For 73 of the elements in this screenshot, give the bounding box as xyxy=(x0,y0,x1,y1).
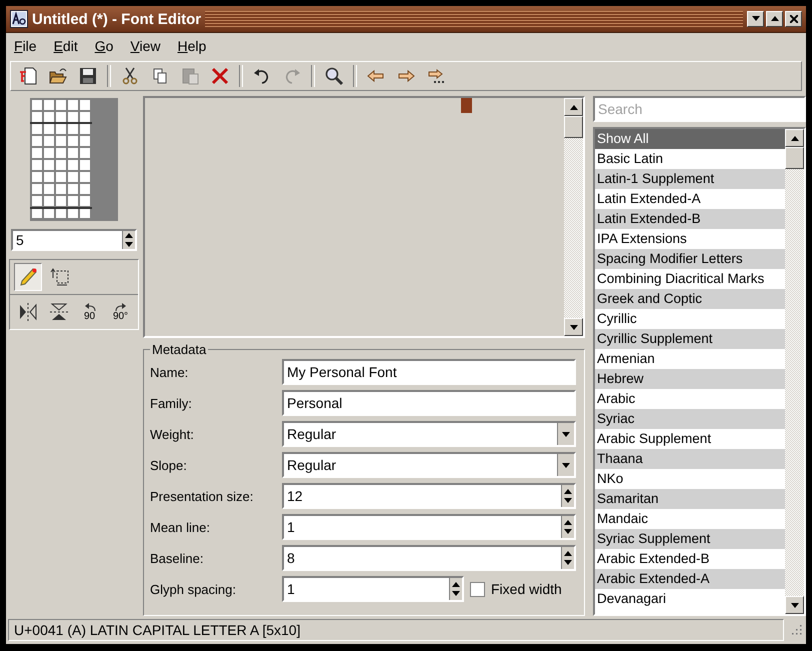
list-item[interactable]: Greek and Coptic xyxy=(595,289,785,309)
list-item[interactable]: Cyrillic Supplement xyxy=(595,329,785,349)
caret-down-icon[interactable] xyxy=(790,602,798,608)
scissors-icon xyxy=(120,66,140,86)
glyph-pixel xyxy=(461,98,472,113)
scrollbar-thumb[interactable] xyxy=(564,116,583,138)
text-field[interactable]: My Personal Font xyxy=(282,359,576,385)
rotate-right-button[interactable]: 90° xyxy=(106,298,134,326)
font-app-icon xyxy=(10,10,28,28)
status-bar: U+0041 (A) LATIN CAPITAL LETTER A [5x10] xyxy=(8,619,784,641)
caret-down-icon[interactable] xyxy=(570,324,578,330)
rotate-right-icon xyxy=(112,302,128,312)
selection-icon xyxy=(49,266,71,288)
list-item[interactable]: Syriac xyxy=(595,409,785,429)
group-title: Metadata xyxy=(151,342,208,357)
list-item[interactable]: Latin-1 Supplement xyxy=(595,169,785,189)
list-item[interactable]: Samaritan xyxy=(595,489,785,509)
spin-arrows-icon[interactable] xyxy=(561,547,574,569)
scrollbar[interactable] xyxy=(564,98,583,336)
spin-field[interactable]: 1 xyxy=(282,576,464,602)
fixed-width-checkbox[interactable]: Fixed width xyxy=(470,581,562,597)
list-item[interactable]: Latin Extended-B xyxy=(595,209,785,229)
menu-item[interactable]: File xyxy=(14,38,37,54)
maximize-button[interactable] xyxy=(766,11,783,27)
field-label: Weight: xyxy=(150,426,195,442)
menu-item[interactable]: Help xyxy=(178,38,206,54)
pencil-tool-button[interactable] xyxy=(14,263,42,291)
caret-up-icon xyxy=(770,16,778,22)
menu-item[interactable]: View xyxy=(130,38,161,54)
new-file-icon xyxy=(18,66,38,86)
close-icon xyxy=(790,15,798,23)
delete-icon xyxy=(210,66,230,86)
field-label: Glyph spacing: xyxy=(150,582,237,596)
spin-field[interactable]: 8 xyxy=(282,545,576,571)
caret-down-icon xyxy=(752,16,760,22)
list-item[interactable]: Thaana xyxy=(595,449,785,469)
dropdown[interactable]: Regular xyxy=(282,421,576,447)
glyph-preview-grid[interactable] xyxy=(30,98,118,221)
spin-field[interactable]: 1 xyxy=(282,514,576,540)
flip-vertical-icon xyxy=(48,301,70,323)
caret-up-icon[interactable] xyxy=(790,136,798,140)
dropdown[interactable]: Regular xyxy=(282,452,576,478)
field-label: Mean line: xyxy=(150,520,211,534)
text-field[interactable]: Personal xyxy=(282,390,576,416)
list-item[interactable]: Arabic Extended-A xyxy=(595,569,785,589)
minimize-button[interactable] xyxy=(747,11,764,27)
list-item[interactable]: Hebrew xyxy=(595,369,785,389)
spin-arrows-icon[interactable] xyxy=(449,578,462,600)
field-label: Name: xyxy=(150,364,190,380)
scrollbar[interactable] xyxy=(785,129,804,614)
field-label: Slope: xyxy=(150,458,188,472)
spin-field[interactable]: 12 xyxy=(282,483,576,509)
rotate-left-button[interactable]: 90 xyxy=(76,298,104,326)
caret-up-icon[interactable] xyxy=(570,104,578,110)
menu-item[interactable]: Go xyxy=(94,38,114,54)
spin-arrows-icon[interactable] xyxy=(122,231,135,249)
scrollbar-thumb[interactable] xyxy=(785,147,804,169)
field-label: Family: xyxy=(150,396,193,410)
search-icon xyxy=(324,66,344,86)
list-item[interactable]: Syriac Supplement xyxy=(595,529,785,549)
folder-icon xyxy=(48,66,68,86)
window-title: Untitled (*) - Font Editor xyxy=(32,10,202,28)
list-item[interactable]: Show All xyxy=(595,129,785,149)
close-button[interactable] xyxy=(785,11,802,27)
field-label: Baseline: xyxy=(150,550,204,566)
list-item[interactable]: Spacing Modifier Letters xyxy=(595,249,785,269)
paste-icon xyxy=(180,66,200,86)
menu-item[interactable]: Edit xyxy=(54,38,78,54)
arrow-dots-icon xyxy=(426,66,446,86)
spin-arrows-icon[interactable] xyxy=(561,516,574,538)
spin-arrows-icon[interactable] xyxy=(561,485,574,507)
field-label: Presentation size: xyxy=(150,488,254,504)
glyph-width-field[interactable]: 5 xyxy=(11,229,137,251)
